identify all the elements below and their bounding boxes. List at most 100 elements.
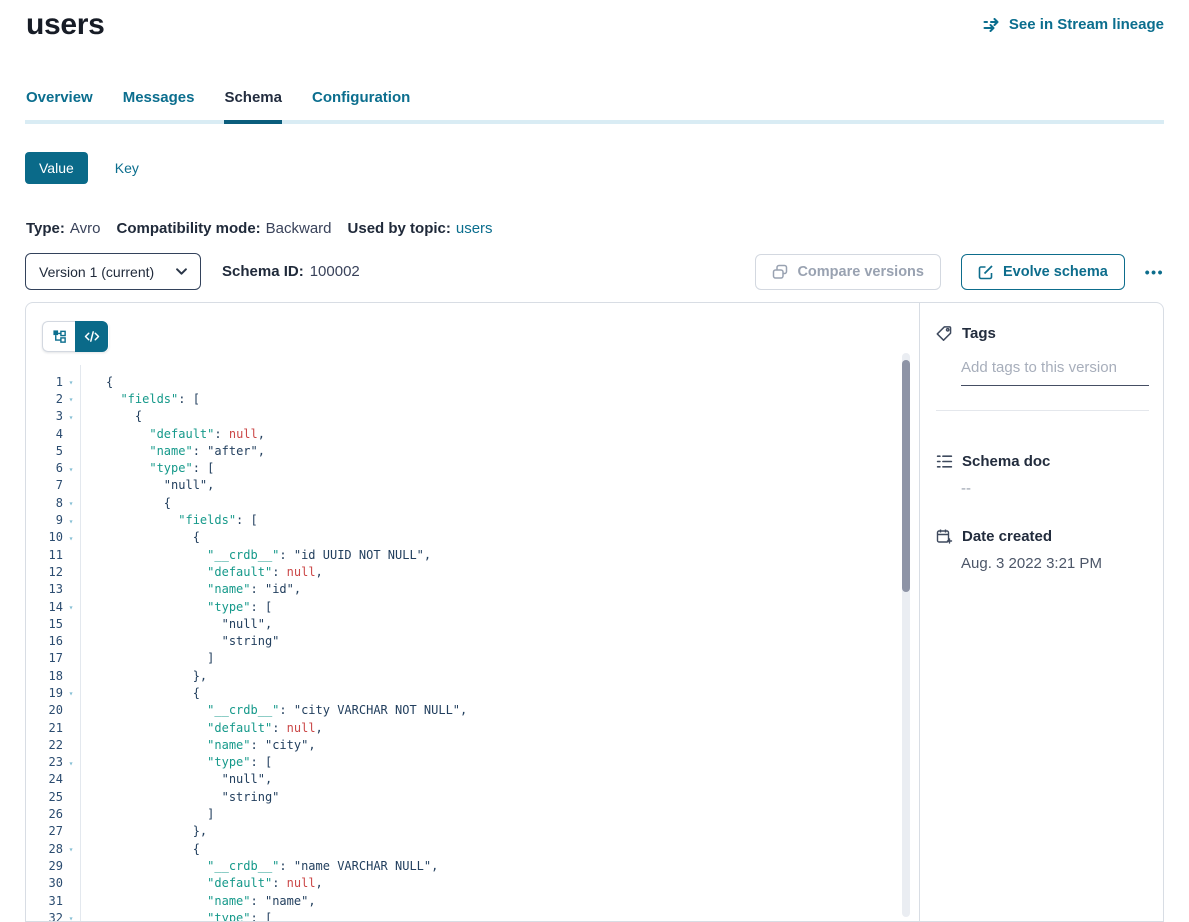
gutter-divider (80, 365, 81, 921)
fold-arrow-icon[interactable]: ▾ (63, 757, 79, 768)
page-title: users (26, 8, 105, 42)
fold-arrow-icon[interactable]: ▾ (63, 463, 79, 474)
code-text: "__crdb__": "id UUID NOT NULL", (79, 548, 431, 562)
tree-view-button[interactable] (42, 321, 75, 352)
code-text: { (79, 530, 200, 544)
line-number: 12 (26, 565, 63, 579)
schema-doc-value: -- (961, 480, 1149, 497)
list-icon (936, 453, 953, 470)
code-line: 26 ] (26, 805, 919, 822)
stream-lineage-icon (983, 18, 1001, 32)
scrollbar-thumb[interactable] (902, 360, 910, 592)
line-number: 23 (26, 755, 63, 769)
tag-icon (936, 325, 953, 342)
line-number: 30 (26, 876, 63, 890)
value-key-toggle: Value Key (25, 152, 139, 184)
meta-value: Backward (266, 220, 332, 237)
see-in-stream-lineage-link[interactable]: See in Stream lineage (983, 16, 1164, 33)
line-number: 28 (26, 842, 63, 856)
fold-spacer (63, 571, 79, 573)
line-number: 2 (26, 392, 63, 406)
meta-item: Used by topic:users (348, 220, 493, 237)
evolve-schema-label: Evolve schema (1003, 264, 1108, 280)
line-number: 15 (26, 617, 63, 631)
code-line: 30 "default": null, (26, 875, 919, 892)
tab-messages[interactable]: Messages (123, 89, 195, 120)
schema-sidebar: Tags Schema doc -- Date created (919, 303, 1163, 921)
add-tags-input[interactable] (961, 359, 1149, 386)
value-toggle-button[interactable]: Value (25, 152, 88, 184)
date-created-heading: Date created (936, 528, 1149, 545)
line-number: 13 (26, 582, 63, 596)
tags-heading: Tags (936, 325, 1149, 342)
code-line: 10▾ { (26, 529, 919, 546)
meta-item: Type:Avro (26, 220, 100, 237)
code-text: "string" (79, 634, 279, 648)
tab-schema[interactable]: Schema (224, 89, 282, 120)
code-text: "null", (79, 617, 272, 631)
fold-arrow-icon[interactable]: ▾ (63, 497, 79, 508)
key-toggle-button[interactable]: Key (115, 160, 139, 176)
more-options-button[interactable]: ••• (1145, 264, 1164, 280)
fold-arrow-icon[interactable]: ▾ (63, 532, 79, 543)
fold-arrow-icon[interactable]: ▾ (63, 411, 79, 422)
fold-spacer (63, 484, 79, 486)
line-number: 11 (26, 548, 63, 562)
code-text: "fields": [ (79, 392, 200, 406)
schema-id: Schema ID: 100002 (222, 263, 360, 280)
fold-spacer (63, 796, 79, 798)
line-number: 10 (26, 530, 63, 544)
fold-arrow-icon[interactable]: ▾ (63, 687, 79, 698)
code-line: 19▾ { (26, 684, 919, 701)
code-line: 31 "name": "name", (26, 892, 919, 909)
code-line: 12 "default": null, (26, 563, 919, 580)
fold-spacer (63, 657, 79, 659)
fold-arrow-icon[interactable]: ▾ (63, 393, 79, 404)
code-text: "name": "name", (79, 894, 316, 908)
fold-spacer (63, 744, 79, 746)
tab-overview[interactable]: Overview (26, 89, 93, 120)
version-select[interactable]: Version 1 (current) (25, 253, 201, 290)
fold-arrow-icon[interactable]: ▾ (63, 376, 79, 387)
meta-label: Type: (26, 220, 65, 237)
code-text: "__crdb__": "city VARCHAR NOT NULL", (79, 703, 467, 717)
edit-icon (978, 264, 994, 280)
line-number: 18 (26, 669, 63, 683)
tab-configuration[interactable]: Configuration (312, 89, 410, 120)
code-line: 11 "__crdb__": "id UUID NOT NULL", (26, 546, 919, 563)
fold-arrow-icon[interactable]: ▾ (63, 912, 79, 921)
schema-doc-title: Schema doc (962, 453, 1050, 470)
fold-arrow-icon[interactable]: ▾ (63, 515, 79, 526)
code-text: { (79, 496, 171, 510)
version-bar: Version 1 (current) Schema ID: 100002 Co… (25, 253, 1164, 290)
compare-versions-label: Compare versions (797, 264, 924, 280)
code-line: 24 "null", (26, 771, 919, 788)
code-text: { (79, 409, 142, 423)
compare-versions-button[interactable]: Compare versions (755, 254, 941, 290)
code-text: "default": null, (79, 427, 265, 441)
fold-spacer (63, 830, 79, 832)
fold-arrow-icon[interactable]: ▾ (63, 601, 79, 612)
code-text: "default": null, (79, 721, 323, 735)
code-line: 23▾ "type": [ (26, 754, 919, 771)
sidebar-divider (936, 410, 1149, 411)
line-number: 19 (26, 686, 63, 700)
code-text: "fields": [ (79, 513, 258, 527)
code-line: 4 "default": null, (26, 425, 919, 442)
code-line: 25 "string" (26, 788, 919, 805)
scrollbar-track[interactable] (902, 353, 910, 917)
evolve-schema-button[interactable]: Evolve schema (961, 254, 1125, 290)
topic-link[interactable]: users (456, 220, 493, 237)
line-number: 1 (26, 375, 63, 389)
code-view-button[interactable] (75, 321, 108, 352)
line-number: 29 (26, 859, 63, 873)
code-line: 22 "name": "city", (26, 736, 919, 753)
code-line: 16 "string" (26, 632, 919, 649)
fold-arrow-icon[interactable]: ▾ (63, 843, 79, 854)
fold-spacer (63, 778, 79, 780)
fold-spacer (63, 433, 79, 435)
tags-section: Tags (936, 325, 1149, 411)
code-text: "null", (79, 478, 214, 492)
tags-title: Tags (962, 325, 996, 342)
line-number: 3 (26, 409, 63, 423)
